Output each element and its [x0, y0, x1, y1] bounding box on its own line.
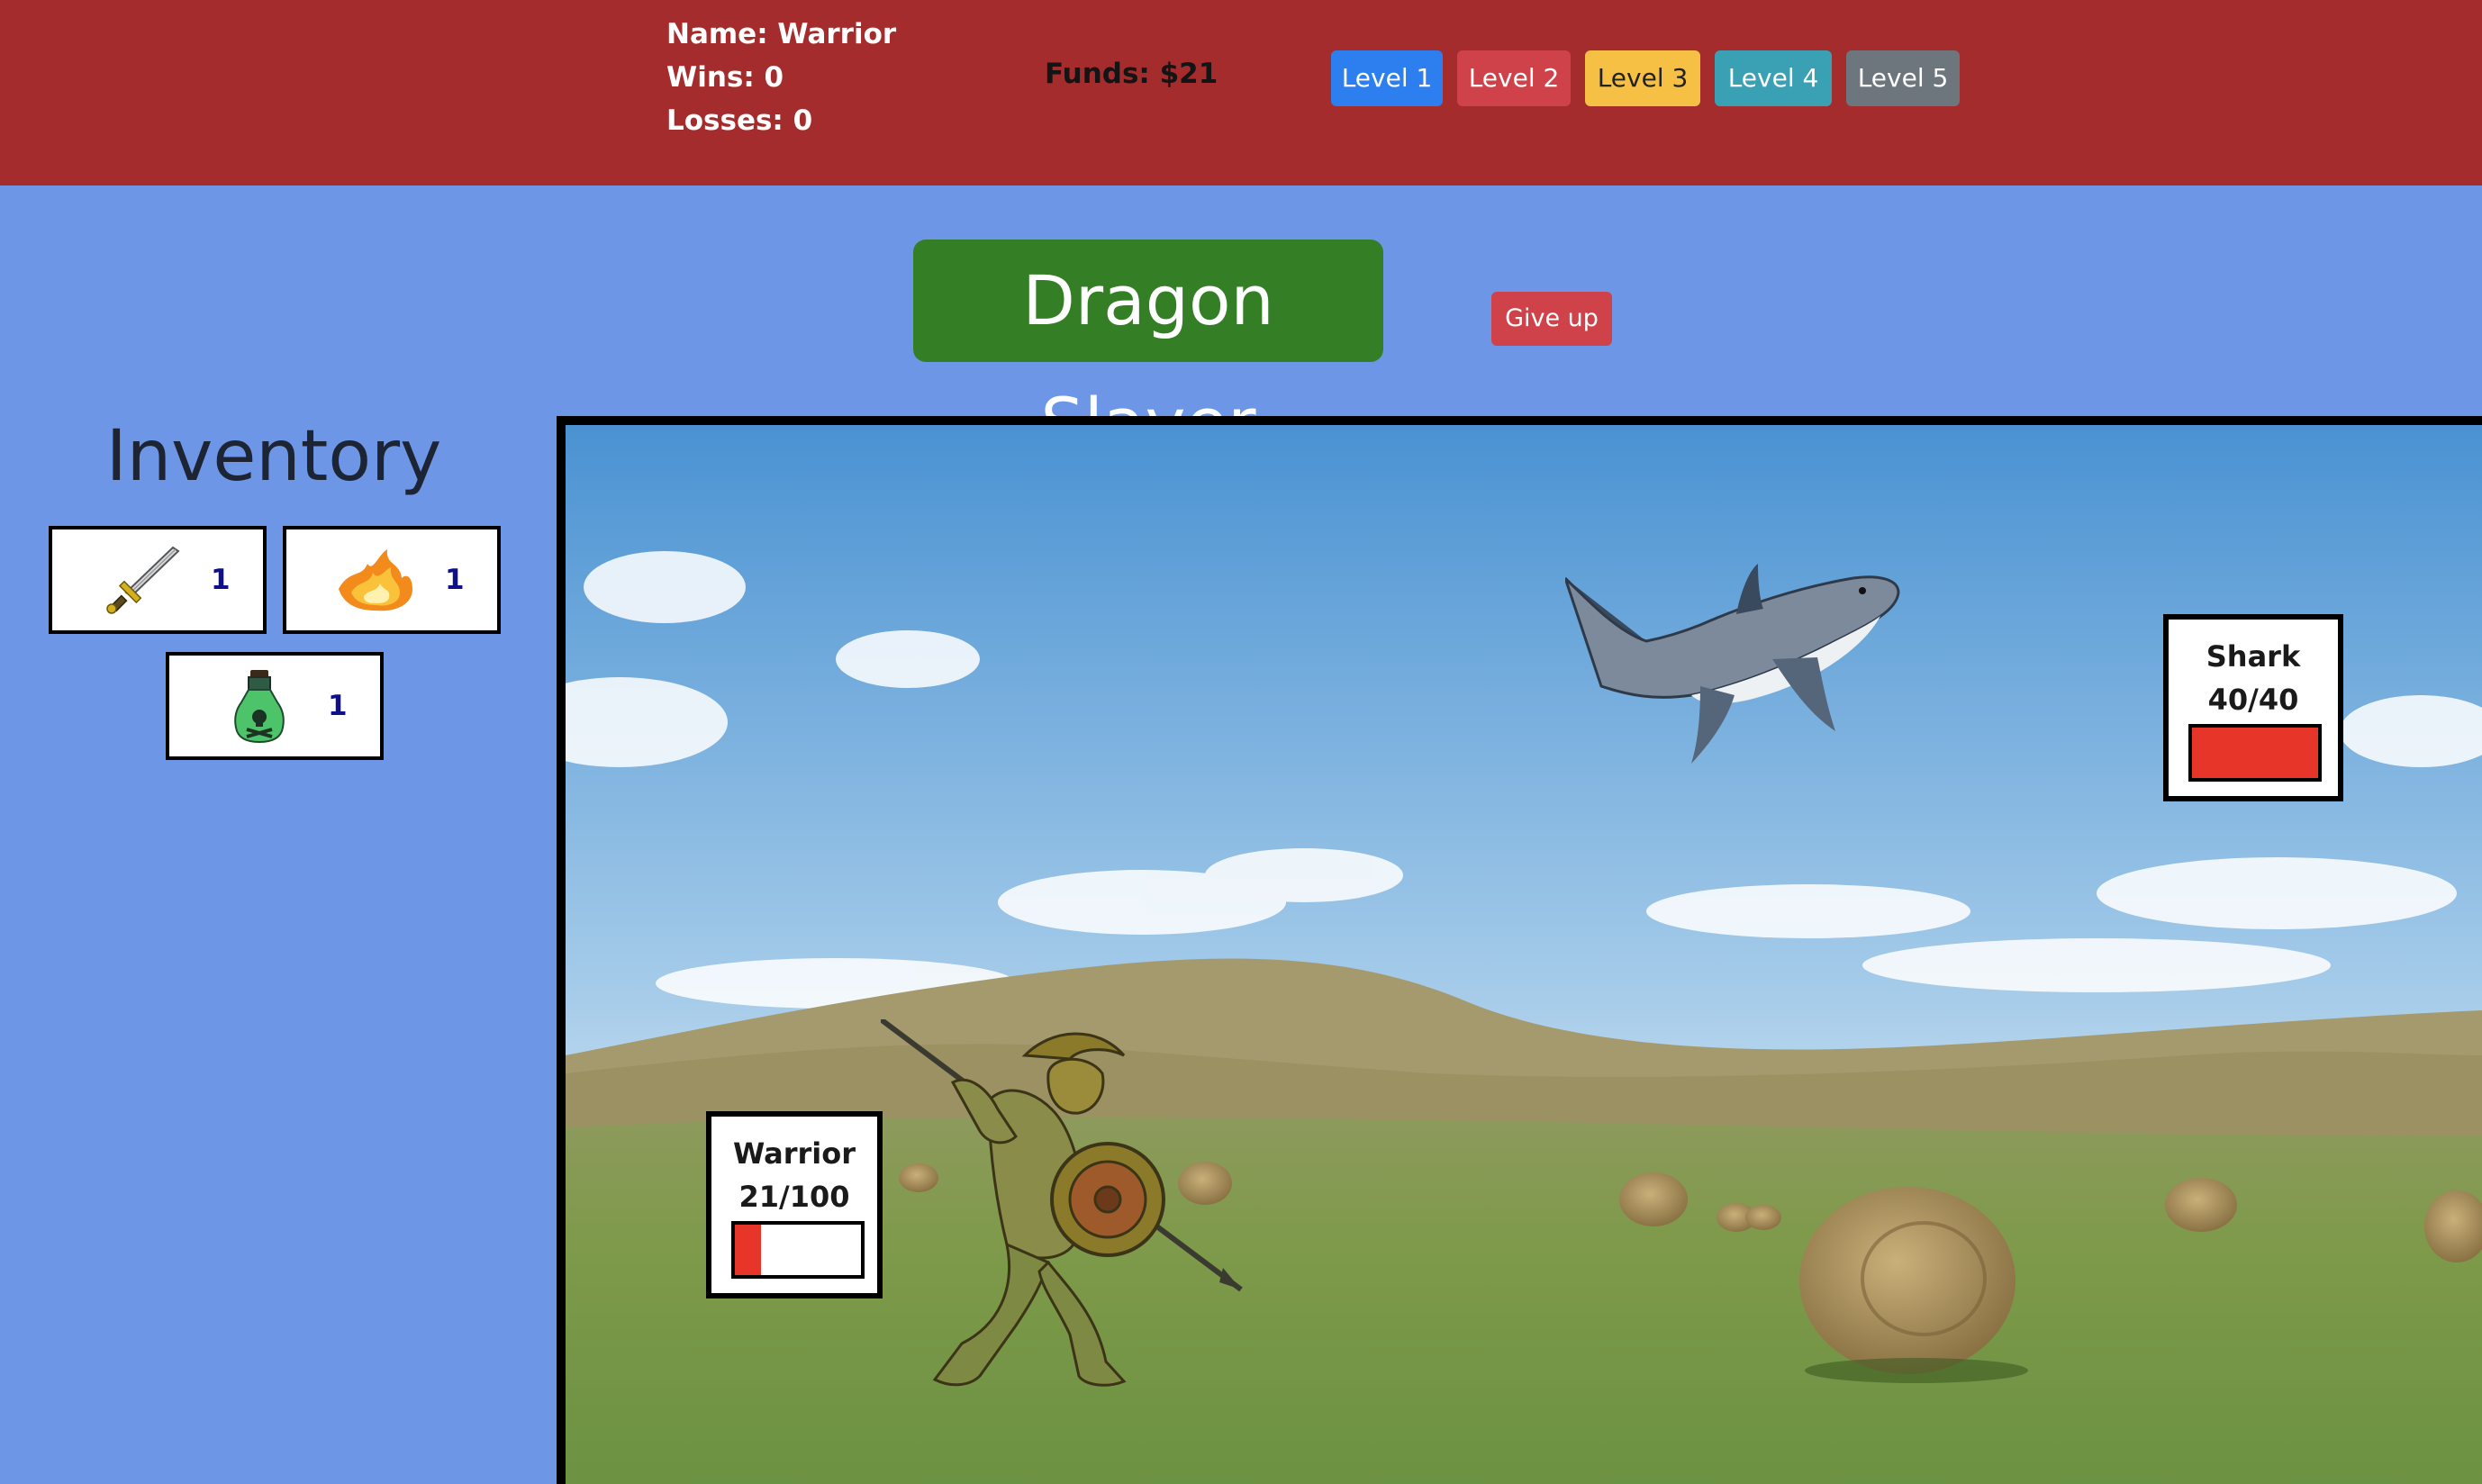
player-health-bar	[731, 1221, 865, 1279]
player-hp-text: 21/100	[738, 1180, 850, 1214]
top-bar: Name: Warrior Wins: 0 Losses: 0 Funds: $…	[0, 0, 2482, 186]
sword-icon	[106, 546, 180, 614]
player-name: Warrior	[732, 1136, 856, 1171]
enemy-health-bar	[2188, 724, 2322, 782]
inventory-slot-fireball[interactable]: 1	[283, 526, 501, 634]
funds-label: Funds: $21	[1045, 58, 1218, 90]
enemy-health-panel: Shark 40/40	[2163, 614, 2343, 801]
player-health-panel: Warrior 21/100	[706, 1111, 883, 1298]
battle-arena: Shark 40/40 Warrior 21/100	[557, 416, 2482, 1484]
item-count: 1	[328, 690, 348, 722]
poison-potion-icon	[234, 670, 285, 744]
inventory-slot-potion[interactable]: 1	[166, 652, 384, 760]
enemy-health-fill	[2192, 728, 2318, 778]
fireball-icon	[339, 549, 412, 611]
inventory-title: Inventory	[105, 416, 442, 497]
game-title: Dragon Slayer	[913, 240, 1383, 463]
enemy-hp-text: 40/40	[2207, 683, 2299, 717]
give-up-button[interactable]: Give up	[1491, 292, 1612, 346]
level-4-button[interactable]: Level 4	[1715, 50, 1832, 106]
wins-label: Wins: 0	[666, 61, 784, 94]
item-count: 1	[211, 564, 231, 596]
prairie-background	[566, 425, 2482, 1484]
inventory-slot-sword[interactable]: 1	[49, 526, 267, 634]
losses-label: Losses: 0	[666, 104, 813, 137]
shark-enemy	[1565, 564, 1900, 764]
player-health-fill	[735, 1225, 762, 1275]
level-1-button[interactable]: Level 1	[1331, 50, 1443, 106]
player-name-label: Name: Warrior	[666, 18, 897, 50]
item-count: 1	[445, 564, 465, 596]
level-5-button[interactable]: Level 5	[1846, 50, 1960, 106]
level-3-button[interactable]: Level 3	[1585, 50, 1700, 106]
level-2-button[interactable]: Level 2	[1457, 50, 1571, 106]
enemy-name: Shark	[2206, 639, 2301, 674]
warrior-player	[881, 1019, 1243, 1387]
